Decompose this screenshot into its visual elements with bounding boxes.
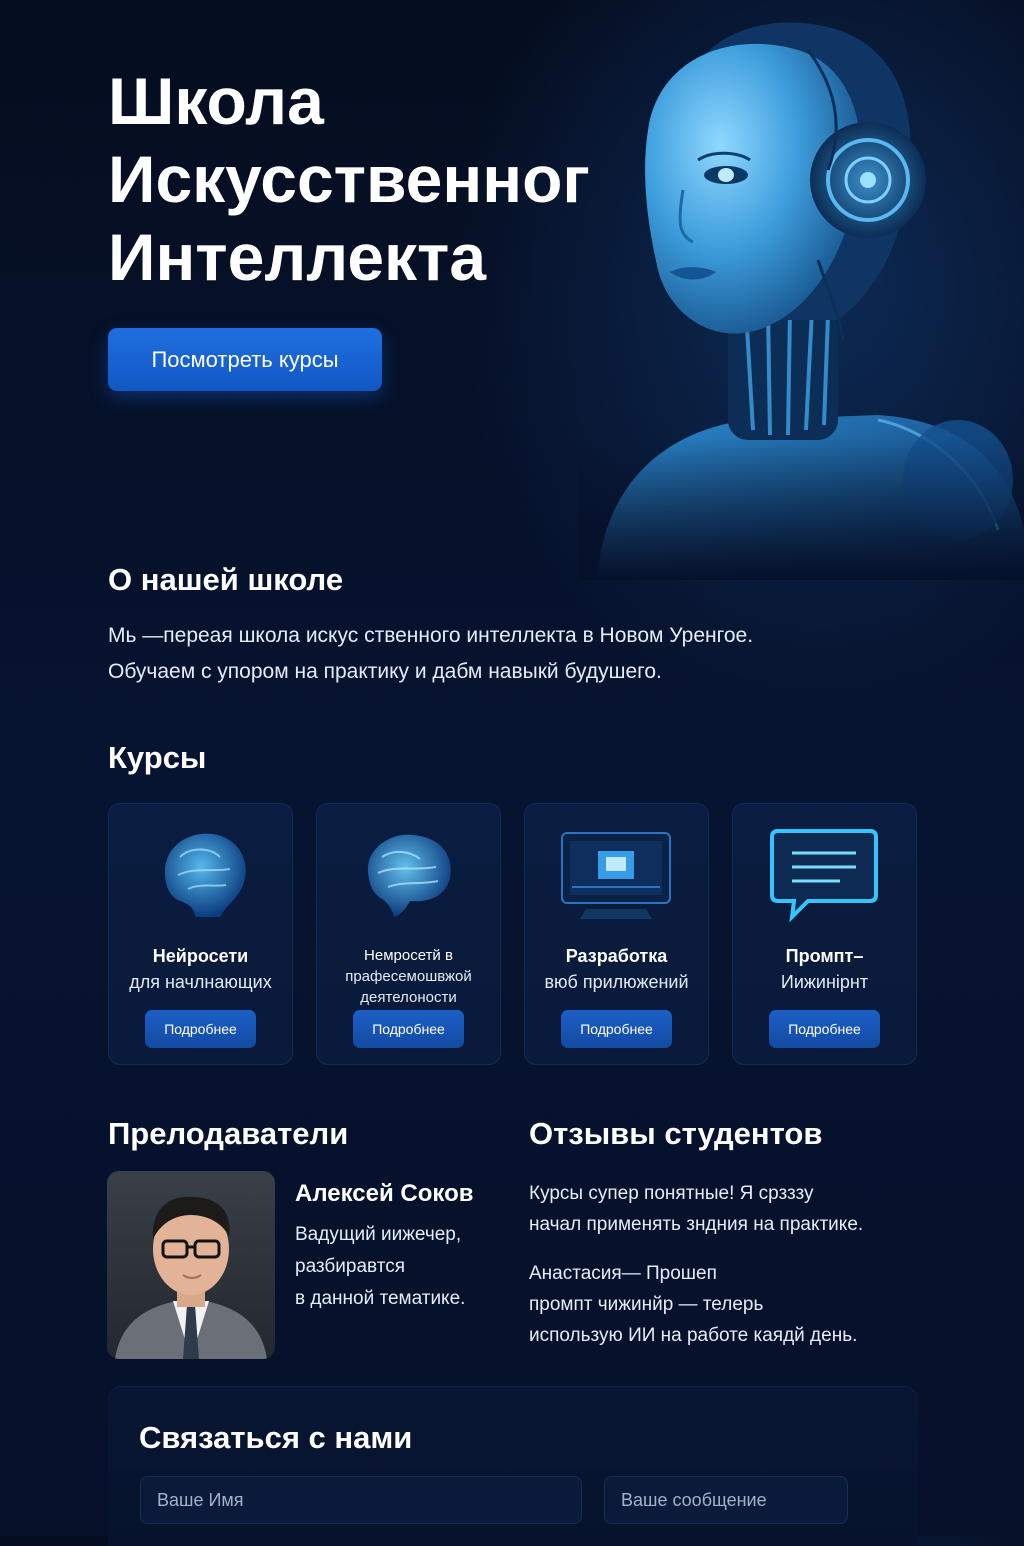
- view-courses-button[interactable]: Посмотреть курсы: [108, 328, 382, 391]
- about-text: Мь —переая школа искус ственного интелле…: [108, 618, 908, 690]
- robot-illustration: [578, 10, 1024, 580]
- brain-icon: [367, 834, 451, 917]
- course-card-neural-professional[interactable]: Немросетй в прафесемошвжой деятелоности …: [316, 803, 501, 1065]
- reviews-heading: Отзывы студентов: [529, 1116, 823, 1151]
- course-title: Немросетй в прафесемошвжой деятелоности: [345, 947, 472, 1006]
- course-card-prompt-engineering[interactable]: Промпт– Иижинірнт Подробнее: [732, 803, 917, 1065]
- hero-title-line-2: Искусственног: [108, 142, 590, 216]
- course-grid: Нейросети для начлнающих Подробнее Немро…: [108, 803, 918, 1065]
- teacher-description: Вадущий иижечер, разбиравтся в данной те…: [295, 1224, 466, 1309]
- hero-title-line-1: Школа: [108, 64, 324, 138]
- course-details-button[interactable]: Подробнее: [561, 1010, 672, 1048]
- course-details-button[interactable]: Подробнее: [145, 1010, 256, 1048]
- course-title: Промпт– Иижинірнт: [780, 946, 869, 992]
- courses-heading: Курсы: [108, 740, 207, 775]
- teacher-photo: [107, 1171, 275, 1359]
- about-text-line-2: Обучаем с упором на практику и дабм навы…: [108, 660, 662, 683]
- course-title: Нейросети для начлнающих: [129, 946, 272, 992]
- message-input[interactable]: [604, 1476, 848, 1524]
- review-text: Курсы супер понятные! Я срзззу начал при…: [529, 1183, 864, 1235]
- monitor-icon: [561, 832, 671, 919]
- hero-title-line-3: Интеллекта: [108, 220, 487, 294]
- about-heading: О нашей школе: [108, 562, 344, 597]
- course-card-web-dev[interactable]: Разработка вюб прилюжений Подробнее: [524, 803, 709, 1065]
- course-details-button[interactable]: Подробнее: [353, 1010, 464, 1048]
- chat-bubble-icon: [770, 829, 878, 923]
- course-details-button[interactable]: Подробнее: [769, 1010, 880, 1048]
- teacher-portrait-icon: [107, 1171, 275, 1359]
- name-input[interactable]: [140, 1476, 582, 1524]
- course-title: Разработка вюб прилюжений: [544, 946, 689, 992]
- brain-head-icon: [165, 833, 246, 917]
- hero-title: Школа Искусственног Интеллекта: [108, 62, 648, 296]
- contact-heading: Связаться с нами: [139, 1420, 413, 1455]
- course-card-neural-beginners[interactable]: Нейросети для начлнающих Подробнее: [108, 803, 293, 1065]
- about-text-line-1: Мь —переая школа искус ственного интелле…: [108, 624, 754, 647]
- review-text: Анастасия— Прошеп промпт чижинйр — телер…: [529, 1263, 858, 1346]
- teachers-heading: Прелодаватели: [108, 1116, 349, 1151]
- teacher-name: Алексей Соков: [295, 1180, 474, 1207]
